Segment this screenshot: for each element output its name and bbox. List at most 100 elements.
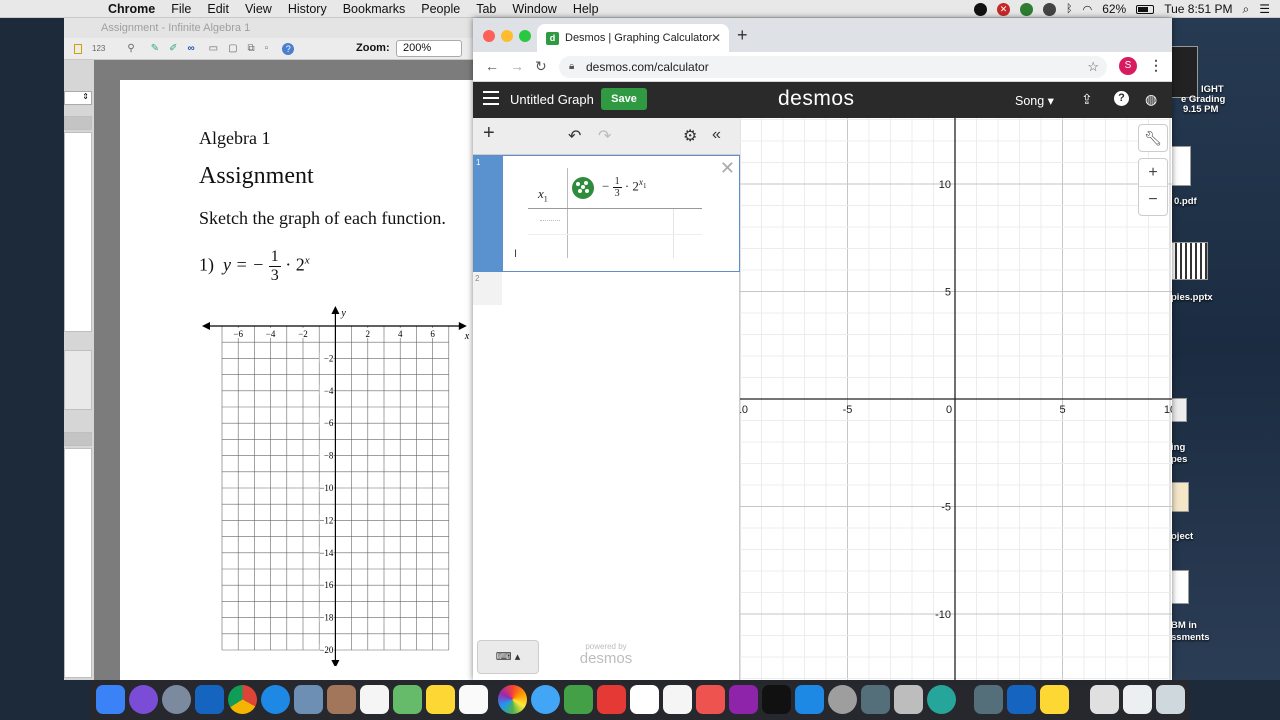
table-empty-cell[interactable] [540, 220, 560, 221]
comment-icon[interactable]: ▢ [228, 43, 237, 54]
menu-help[interactable]: Help [573, 2, 599, 16]
tv-icon[interactable] [762, 685, 791, 714]
tab-desmos[interactable]: d Desmos | Graphing Calculator ✕ [537, 24, 729, 52]
keypad-toggle-button[interactable]: ⌨ ▴ [477, 640, 539, 674]
forward-icon[interactable]: → [510, 58, 524, 74]
safari-icon[interactable] [261, 685, 290, 714]
contacts-icon[interactable] [327, 685, 356, 714]
url-bar[interactable]: 🔒︎ desmos.com/calculator ☆ [559, 56, 1107, 78]
numbers-icon[interactable] [663, 685, 692, 714]
reload-icon[interactable]: ↻ [535, 58, 547, 75]
menu-file[interactable]: File [171, 2, 191, 16]
help-icon[interactable]: ? [282, 42, 295, 55]
status-app-icon[interactable] [1019, 2, 1033, 16]
lock-icon[interactable]: 🔒︎ [569, 56, 574, 78]
clock[interactable]: Tue 8:51 PM [1164, 2, 1232, 16]
desktop-file-thumb[interactable] [1171, 570, 1189, 604]
menu-history[interactable]: History [288, 2, 327, 16]
back-icon[interactable]: ← [485, 58, 499, 74]
chrome-menu-icon[interactable]: ⋮ [1149, 57, 1163, 74]
menu-bookmarks[interactable]: Bookmarks [343, 2, 406, 16]
bookmark-star-icon[interactable]: ☆ [1087, 56, 1099, 78]
new-tab-icon[interactable]: + [737, 25, 748, 46]
zoom-tool-icon[interactable]: ⚲ [127, 43, 134, 54]
infinity-app-icon[interactable] [1040, 685, 1069, 714]
keynote-icon[interactable] [630, 685, 659, 714]
trash-icon[interactable] [1156, 685, 1185, 714]
outlook-icon[interactable] [195, 685, 224, 714]
page-icon[interactable] [74, 43, 82, 54]
settings-gear-icon[interactable]: ⚙ [683, 126, 697, 146]
window-switcher-icon[interactable] [861, 685, 890, 714]
edit-tool-icon[interactable]: ✎ [151, 43, 159, 54]
close-app-icon[interactable]: ✕ [996, 2, 1010, 16]
share-icon[interactable]: ⇪ [1081, 91, 1093, 108]
sidebar-list[interactable] [64, 448, 92, 678]
graph-settings-wrench-icon[interactable]: 🔧︎ [1138, 124, 1168, 152]
zoom-out-icon[interactable]: − [1139, 187, 1167, 215]
maps-icon[interactable] [393, 685, 422, 714]
window-icon[interactable] [1123, 685, 1152, 714]
menu-view[interactable]: View [245, 2, 272, 16]
sidebar-thumbnail-list[interactable] [64, 132, 92, 332]
copy-icon[interactable]: ⧉ [248, 43, 255, 54]
draw-tool-icon[interactable]: ✐ [169, 43, 177, 54]
control-center-icon[interactable]: ☰ [1259, 2, 1270, 16]
close-window-button[interactable] [483, 30, 495, 42]
menu-window[interactable]: Window [512, 2, 556, 16]
chrome-icon[interactable] [228, 685, 257, 714]
app-store-icon[interactable] [795, 685, 824, 714]
collapse-panel-icon[interactable]: « [712, 126, 721, 144]
record-icon[interactable] [973, 2, 987, 16]
minimize-window-button[interactable] [501, 30, 513, 42]
globe-icon[interactable]: ◍ [1145, 91, 1157, 108]
document-icon[interactable] [1090, 685, 1119, 714]
delete-icon[interactable]: ▫ [265, 43, 269, 54]
desktop-file-thumb[interactable] [1171, 398, 1187, 422]
desktop-pdf-thumb[interactable] [1171, 146, 1191, 186]
zoom-select[interactable]: 200% [396, 40, 462, 57]
graph-canvas[interactable]: -10 -5 0 5 10 10 5 -5 -10 [740, 118, 1172, 680]
desktop-file-thumb[interactable] [1171, 482, 1189, 512]
facetime-icon[interactable] [564, 685, 593, 714]
menu-tab[interactable]: Tab [476, 2, 496, 16]
tab-close-icon[interactable]: ✕ [711, 24, 721, 52]
sidebar-select[interactable]: ⇕ [64, 91, 92, 105]
series-color-icon[interactable] [572, 177, 594, 199]
word-icon[interactable] [1007, 685, 1036, 714]
graph-title[interactable]: Untitled Graph [510, 92, 594, 107]
siri-icon[interactable] [129, 685, 158, 714]
redo-icon[interactable]: ↷ [598, 126, 611, 146]
save-button[interactable]: Save [601, 88, 647, 110]
zoom-in-icon[interactable]: + [1139, 159, 1167, 187]
add-expression-icon[interactable]: + [483, 122, 495, 145]
graph-paper[interactable]: -10 -5 0 5 10 10 5 -5 -10 🔧︎ + − [740, 118, 1172, 680]
podcasts-icon[interactable] [729, 685, 758, 714]
messages-icon[interactable] [531, 685, 560, 714]
bluetooth-icon[interactable]: ᛒ [1066, 3, 1073, 15]
user-menu[interactable]: Song ▾ [1015, 93, 1054, 108]
music-icon[interactable] [696, 685, 725, 714]
menu-people[interactable]: People [421, 2, 460, 16]
link-icon[interactable]: ∞ [187, 43, 194, 54]
profile-avatar[interactable]: S [1119, 57, 1137, 75]
app-icon[interactable] [927, 685, 956, 714]
spotlight-search-icon[interactable]: ⌕ [1243, 2, 1250, 17]
menu-edit[interactable]: Edit [207, 2, 229, 16]
battery-icon[interactable] [1136, 4, 1155, 14]
numbers-toggle[interactable]: 123 [92, 44, 105, 53]
wifi-icon[interactable]: ◠ [1083, 3, 1093, 16]
reminders-icon[interactable] [459, 685, 488, 714]
photos-icon[interactable] [498, 685, 527, 714]
help-icon[interactable]: ? [1114, 91, 1129, 106]
zoom-window-button[interactable] [519, 30, 531, 42]
table-header-formula[interactable]: − 13 · 2x1 [602, 176, 646, 199]
table-header-x[interactable]: x1 [538, 186, 548, 204]
download-icon[interactable] [974, 685, 1003, 714]
delete-row-icon[interactable]: ✕ [720, 158, 735, 179]
notes-icon[interactable] [426, 685, 455, 714]
desktop-pptx-thumb[interactable] [1171, 242, 1208, 280]
finder-icon[interactable] [96, 685, 125, 714]
expression-row-empty[interactable]: 2 [473, 272, 740, 305]
display-icon[interactable] [1042, 2, 1056, 16]
